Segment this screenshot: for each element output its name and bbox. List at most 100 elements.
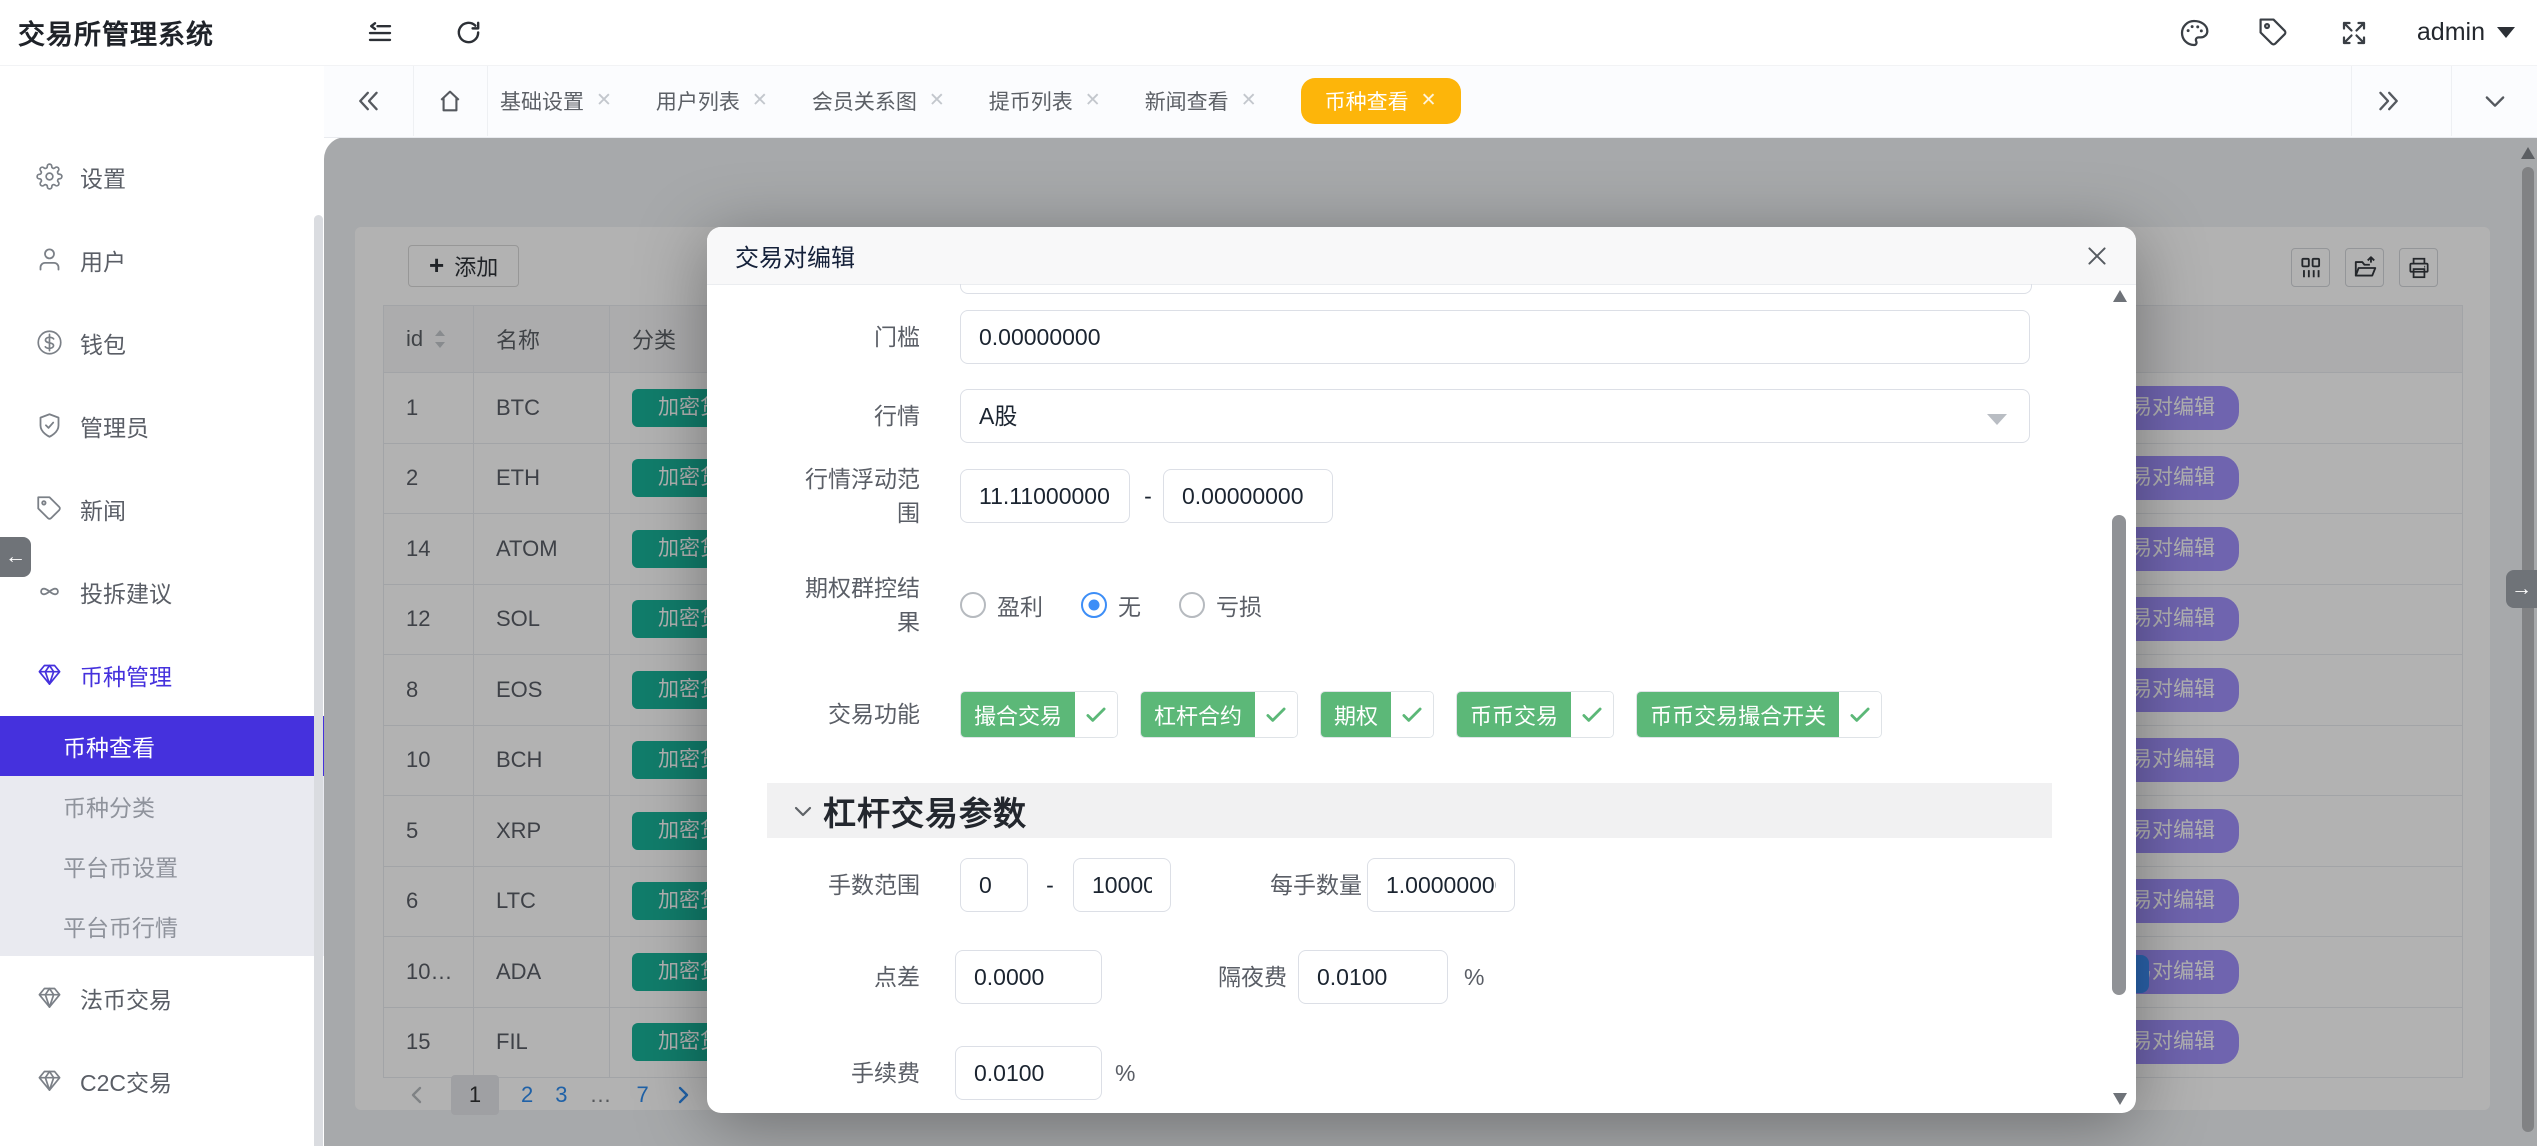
float-range-label: 行情浮动范围	[788, 462, 920, 530]
modal-scrollbar[interactable]	[2112, 515, 2126, 995]
per-lot-input[interactable]	[1367, 858, 1515, 912]
option-control-label: 期权群控结果	[788, 571, 920, 639]
tab-提币列表[interactable]: 提币列表 ✕	[989, 86, 1101, 116]
float-range-to-input[interactable]	[1163, 469, 1333, 523]
sidebar-item-label: 法币交易	[80, 981, 172, 1015]
modal-scroll-down-icon[interactable]	[2113, 1093, 2127, 1105]
tab-基础设置[interactable]: 基础设置✕	[500, 86, 612, 116]
fee-input[interactable]	[955, 1046, 1102, 1100]
sidebar-subitem-币种分类[interactable]: 币种分类	[0, 776, 324, 836]
sidebar-item-币种管理[interactable]: 币种管理	[0, 633, 324, 716]
sidebar-item-设置[interactable]: 设置	[0, 135, 324, 218]
tabs-scroll-left-icon[interactable]	[324, 65, 414, 136]
sidebar-subitem-平台币行情[interactable]: 平台币行情	[0, 896, 324, 956]
lots-to-input[interactable]	[1073, 858, 1171, 912]
tab-币种查看[interactable]: 币种查看✕	[1301, 78, 1461, 124]
tag-icon[interactable]	[2257, 17, 2291, 48]
sidebar-subitem-币种查看[interactable]: 币种查看	[0, 716, 324, 776]
tab-close-icon[interactable]: ✕	[1241, 89, 1257, 112]
features-label: 交易功能	[828, 697, 920, 731]
arrow-right-icon: →	[2511, 577, 2532, 601]
radio-option-盈利[interactable]: 盈利	[960, 588, 1043, 622]
checkmark-icon	[1571, 692, 1613, 737]
leverage-section-header[interactable]: 杠杆交易参数	[767, 783, 2052, 838]
sidebar-item-label: 设置	[80, 160, 126, 194]
left-drawer-toggle[interactable]: ←	[0, 537, 31, 577]
sidebar-item-label: 新闻	[80, 492, 126, 526]
feature-toggle-撮合交易[interactable]: 撮合交易	[960, 691, 1118, 738]
feature-toggle-币币交易[interactable]: 币币交易	[1456, 691, 1614, 738]
tab-bar: 基础设置✕用户列表✕会员关系图✕提币列表✕新闻查看✕币种查看✕	[324, 65, 2537, 138]
tab-会员关系图[interactable]: 会员关系图✕	[812, 86, 945, 116]
feature-toggle-杠杆合约[interactable]: 杠杆合约	[1140, 691, 1298, 738]
sidebar-collapse-icon[interactable]	[358, 0, 402, 65]
sidebar-item-新闻[interactable]: 新闻	[0, 467, 324, 550]
market-select[interactable]: A股	[960, 389, 2030, 443]
sidebar-item-label: C2C交易	[80, 1064, 172, 1098]
feature-toggle-期权[interactable]: 期权	[1320, 691, 1434, 738]
sidebar-item-用户[interactable]: 用户	[0, 218, 324, 301]
lots-from-input[interactable]	[960, 858, 1028, 912]
tabs-menu-icon[interactable]	[2451, 65, 2537, 136]
radio-label: 亏损	[1216, 588, 1262, 622]
topbar-actions: admin	[2177, 0, 2515, 65]
sidebar-scrollbar[interactable]	[314, 215, 323, 1146]
sidebar-item-钱包[interactable]: 钱包	[0, 301, 324, 384]
tab-close-icon[interactable]: ✕	[929, 89, 945, 112]
sidebar-item-label: 用户	[80, 243, 126, 277]
sidebar-item-管理员[interactable]: 管理员	[0, 384, 324, 467]
user-icon	[36, 246, 63, 273]
checkmark-icon	[1075, 692, 1117, 737]
tab-新闻查看[interactable]: 新闻查看✕	[1145, 86, 1257, 116]
refresh-icon[interactable]	[446, 0, 490, 65]
close-icon[interactable]	[2078, 237, 2116, 275]
tab-用户列表[interactable]: 用户列表✕	[656, 86, 768, 116]
home-tab-icon[interactable]	[413, 65, 488, 136]
lots-row: 手数范围 - 每手数量	[707, 858, 2136, 912]
overnight-input[interactable]	[1298, 950, 1448, 1004]
feature-label: 期权	[1321, 692, 1391, 737]
per-lot-label: 每手数量	[1262, 858, 1362, 912]
sidebar-subitem-平台币设置[interactable]: 平台币设置	[0, 836, 324, 896]
wallet-icon	[36, 329, 63, 356]
app-title: 交易所管理系统	[18, 0, 214, 65]
feature-toggle-币币交易撮合开关[interactable]: 币币交易撮合开关	[1636, 691, 1882, 738]
theme-palette-icon[interactable]	[2177, 17, 2211, 49]
feature-label: 币币交易	[1457, 692, 1571, 737]
trading-pair-edit-modal: 交易对编辑 门槛 行情 A股 行情浮动范围 -	[707, 227, 2136, 1113]
threshold-label: 门槛	[874, 320, 920, 354]
tab-list: 基础设置✕用户列表✕会员关系图✕提币列表✕新闻查看✕币种查看✕	[500, 65, 1461, 136]
threshold-row: 门槛	[707, 310, 2136, 364]
user-menu[interactable]: admin	[2417, 18, 2515, 47]
sidebar-item-法币交易[interactable]: 法币交易	[0, 956, 324, 1039]
arrow-left-icon: ←	[5, 545, 26, 569]
float-range-from-input[interactable]	[960, 469, 1130, 523]
radio-option-亏损[interactable]: 亏损	[1179, 588, 1262, 622]
chevron-down-icon	[2497, 27, 2515, 38]
feature-label: 币币交易撮合开关	[1637, 692, 1839, 737]
sidebar-item-合约[interactable]: 合约	[0, 1122, 324, 1146]
tab-close-icon[interactable]: ✕	[1421, 89, 1437, 112]
tab-close-icon[interactable]: ✕	[596, 89, 612, 112]
radio-option-无[interactable]: 无	[1081, 588, 1141, 622]
sidebar-item-C2C交易[interactable]: C2C交易	[0, 1039, 324, 1122]
sidebar-item-投拆建议[interactable]: 投拆建议	[0, 550, 324, 633]
threshold-input[interactable]	[960, 310, 2030, 364]
feature-label: 撮合交易	[961, 692, 1075, 737]
tab-close-icon[interactable]: ✕	[1085, 89, 1101, 112]
sidebar: 设置用户钱包管理员新闻投拆建议币种管理币种查看币种分类平台币设置平台币行情法币交…	[0, 65, 324, 1146]
tab-close-icon[interactable]: ✕	[752, 89, 768, 112]
fullscreen-icon[interactable]	[2337, 18, 2371, 48]
right-drawer-toggle[interactable]: →	[2506, 570, 2537, 608]
fee-unit: %	[1115, 1046, 1135, 1100]
spread-input[interactable]	[955, 950, 1102, 1004]
tab-label: 提币列表	[989, 86, 1073, 116]
radio-icon	[1081, 592, 1107, 618]
clipped-input[interactable]	[960, 284, 2032, 294]
fee-label: 手续费	[851, 1056, 920, 1090]
gem-icon	[36, 984, 63, 1011]
tabs-scroll-right-icon[interactable]	[2351, 65, 2424, 136]
modal-scroll-up-icon[interactable]	[2113, 290, 2127, 302]
checkmark-icon	[1255, 692, 1297, 737]
radio-label: 盈利	[997, 588, 1043, 622]
